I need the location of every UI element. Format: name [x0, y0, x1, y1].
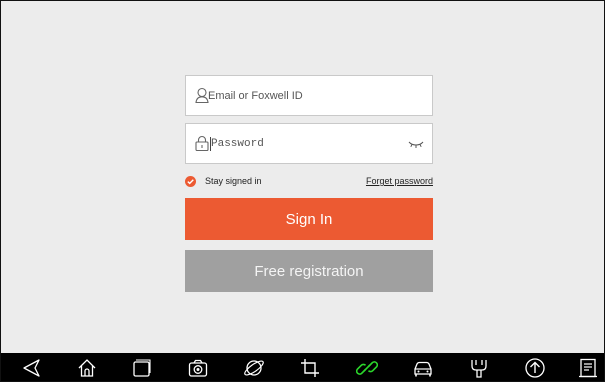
home-icon[interactable] — [76, 357, 98, 379]
email-input[interactable] — [208, 86, 398, 106]
lock-icon — [195, 135, 209, 152]
sign-in-button[interactable]: Sign In — [185, 198, 433, 240]
email-field-container[interactable] — [185, 75, 433, 116]
vci-connector-icon[interactable] — [468, 357, 490, 379]
recent-apps-icon[interactable] — [130, 357, 152, 379]
report-icon[interactable] — [577, 357, 599, 379]
camera-icon[interactable] — [187, 357, 209, 379]
upload-icon[interactable] — [524, 357, 546, 379]
car-icon[interactable] — [412, 357, 434, 379]
user-icon — [195, 87, 209, 104]
stay-signed-in-checkbox[interactable] — [185, 176, 196, 187]
browser-icon[interactable] — [243, 357, 265, 379]
login-options: Stay signed in Forget password — [185, 175, 433, 189]
stay-signed-in-label[interactable]: Stay signed in — [205, 176, 262, 186]
back-icon[interactable] — [21, 357, 43, 379]
forget-password-link[interactable]: Forget password — [366, 176, 433, 186]
free-registration-button[interactable]: Free registration — [185, 250, 433, 292]
hide-password-icon[interactable] — [408, 139, 424, 149]
password-field-container[interactable] — [185, 123, 433, 164]
link-icon[interactable] — [356, 357, 378, 379]
password-input[interactable] — [211, 134, 401, 154]
app-screen: Stay signed in Forget password Sign In F… — [0, 0, 605, 382]
crop-icon[interactable] — [299, 357, 321, 379]
bottom-navigation-bar — [1, 353, 604, 381]
